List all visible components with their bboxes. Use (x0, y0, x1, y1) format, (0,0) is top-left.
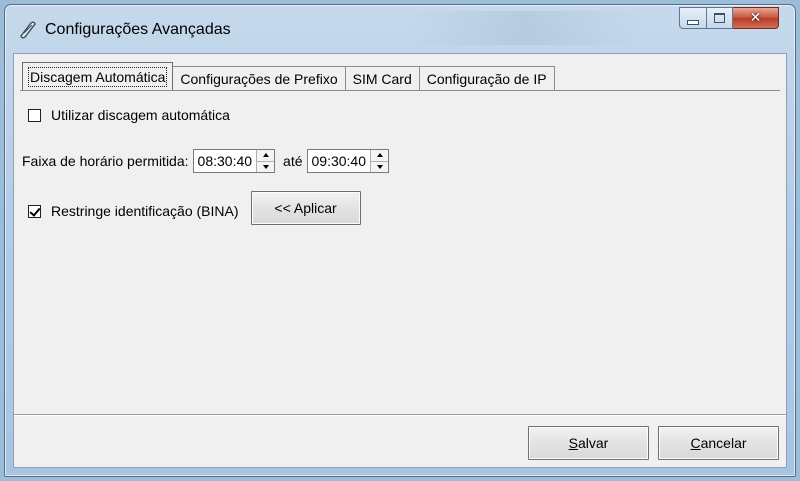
minimize-icon (687, 19, 699, 25)
maximize-button[interactable] (707, 7, 733, 29)
end-time-up-button[interactable] (371, 150, 388, 161)
tab-panel: Utilizar discagem automática Faixa de ho… (20, 90, 780, 410)
cancel-button[interactable]: Cancelar (658, 426, 779, 460)
apply-button-label: << Aplicar (274, 200, 337, 216)
time-range-separator: até (283, 153, 303, 169)
tab-label: SIM Card (352, 70, 412, 87)
arrow-down-icon (376, 164, 383, 169)
tab-configuracao-de-ip[interactable]: Configuração de IP (418, 66, 555, 90)
dialog-window: Configurações Avançadas ✕ Discagem Autom… (4, 4, 796, 477)
auto-dial-checkbox[interactable] (28, 108, 41, 122)
tab-configuracoes-de-prefixo[interactable]: Configurações de Prefixo (172, 66, 346, 90)
start-time-up-button[interactable] (257, 150, 275, 161)
apply-button[interactable]: << Aplicar (250, 191, 361, 225)
bina-label[interactable]: Restringe identificação (BINA) (51, 203, 239, 219)
caption-buttons: ✕ (679, 7, 779, 31)
end-time-arrows (370, 150, 388, 172)
start-time-arrows (256, 150, 275, 172)
app-icon (20, 21, 36, 39)
arrow-down-icon (262, 164, 269, 169)
end-time-down-button[interactable] (371, 160, 388, 172)
background-blur (405, 11, 645, 45)
bina-checkbox[interactable] (28, 204, 41, 218)
tab-discagem-automatica[interactable]: Discagem Automática (22, 62, 174, 90)
time-range-row: Faixa de horário permitida: 08:30:40 até… (22, 149, 397, 173)
auto-dial-label[interactable]: Utilizar discagem automática (51, 107, 230, 123)
bina-row: Restringe identificação (BINA) << Aplica… (28, 191, 361, 225)
tab-sim-card[interactable]: SIM Card (344, 66, 420, 90)
end-time-value[interactable]: 09:30:40 (308, 150, 371, 172)
window-title: Configurações Avançadas (45, 21, 231, 38)
start-time-value[interactable]: 08:30:40 (194, 150, 257, 172)
start-time-down-button[interactable] (257, 160, 275, 172)
footer-separator (14, 414, 786, 415)
arrow-up-icon (376, 153, 383, 158)
tab-label: Discagem Automática (27, 66, 168, 87)
auto-dial-row: Utilizar discagem automática (28, 107, 230, 123)
close-icon: ✕ (749, 10, 762, 26)
title-bar[interactable]: Configurações Avançadas ✕ (5, 5, 795, 49)
maximize-icon (714, 13, 725, 23)
tab-label: Configurações de Prefixo (180, 70, 338, 87)
save-button[interactable]: Salvar (528, 426, 649, 460)
arrow-up-icon (262, 153, 269, 158)
dialog-client-area: Discagem Automática Configurações de Pre… (13, 53, 787, 468)
time-range-label: Faixa de horário permitida: (22, 153, 189, 169)
cancel-button-label: Cancelar (690, 435, 747, 451)
close-button[interactable]: ✕ (733, 7, 779, 29)
minimize-button[interactable] (679, 7, 707, 29)
tab-strip: Discagem Automática Configurações de Pre… (22, 62, 555, 90)
tab-label: Configuração de IP (426, 70, 547, 87)
start-time-spinner[interactable]: 08:30:40 (192, 149, 276, 173)
save-button-label: Salvar (568, 435, 609, 451)
end-time-spinner[interactable]: 09:30:40 (306, 149, 389, 173)
